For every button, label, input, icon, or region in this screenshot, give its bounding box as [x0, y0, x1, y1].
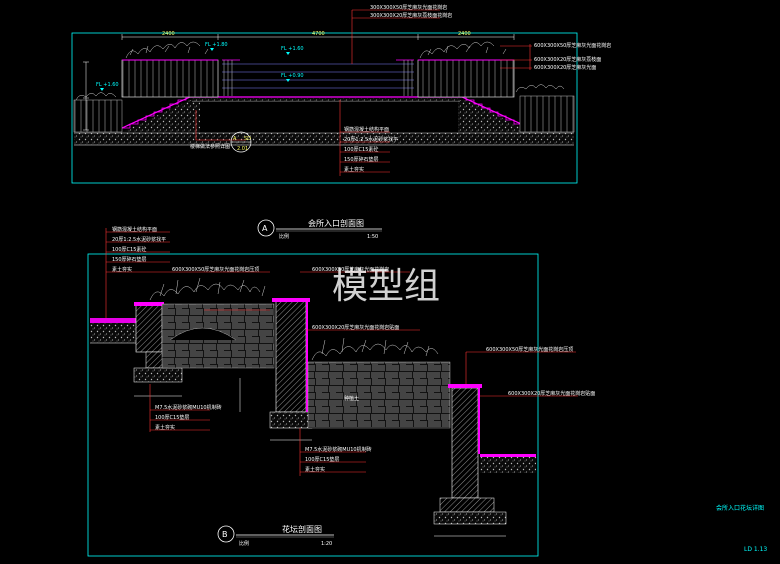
dim-a-2: 4700 [312, 31, 325, 37]
note-b-left-4: 150厚碎石垫层 [112, 256, 147, 263]
section-a-scale-label: 比例 [279, 233, 289, 240]
note-b-right-1: 600X300X50厚芝麻灰光面花岗岩压顶 [486, 346, 573, 353]
note-a-bottom-5: 素土夯实 [344, 166, 364, 173]
detail-ref-letter: A [233, 136, 237, 142]
note-b-wall-1: 600X300X50厚芝麻灰光面花岗岩压顶 [172, 266, 259, 273]
dim-a-1: 2400 [162, 31, 175, 37]
note-a-top-2: 300X300X20厚芝麻灰荔枝面花岗岩 [370, 12, 452, 19]
detail-ref-sheet-code: SD [244, 136, 251, 142]
section-a-drawing: 2400 4700 2400 FL +1.80 FL +1.60 FL +0.9… [71, 4, 611, 240]
section-b-scale: 1:20 [321, 541, 332, 547]
note-b-low1-3: 素土夯实 [155, 424, 175, 431]
section-a-planter-right [417, 59, 515, 98]
elev-a-4: FL +1.60 [96, 82, 119, 88]
section-a-stair-fill-right [458, 100, 530, 133]
elev-a-3: FL +0.90 [281, 73, 304, 79]
section-b-scale-label: 比例 [239, 540, 249, 547]
note-a-bottom-4: 150厚碎石垫层 [344, 156, 379, 163]
section-b-right-wall [451, 387, 479, 499]
note-b-low2-1: M7.5水泥砂浆砌MU10机制砖 [305, 446, 372, 453]
note-a-right-3: 600X300X20厚芝麻灰光面 [534, 64, 596, 71]
note-a-bottom-3: 100厚C15素砼 [344, 146, 378, 153]
note-b-low2-3: 素土夯实 [305, 466, 325, 473]
detail-ref-sheet: 2.01 [237, 146, 248, 152]
note-b-left-2: 20厚1:2.5水泥砂浆找平 [112, 236, 166, 243]
sheet-number: LD 1.13 [744, 546, 767, 553]
note-b-right-2: 600X300X20厚芝麻灰光面花岗岩贴面 [508, 390, 595, 397]
section-a-planter-left [121, 59, 219, 98]
section-b-left-wall [135, 303, 163, 353]
watermark: 模型组 [332, 266, 440, 307]
note-a-bottom-2: 20厚1:2.5水泥砂浆找平 [344, 136, 398, 143]
elev-a-2: FL +1.60 [281, 46, 304, 52]
section-b-lower-bed [307, 361, 451, 429]
note-a-top-1: 300X300X50厚芝麻灰光面花岗岩 [370, 4, 447, 11]
section-a-stair-fill-left [120, 100, 200, 133]
dim-a-3: 2400 [458, 31, 471, 37]
soil-label: 种植土 [344, 395, 359, 402]
note-a-right-1: 600X300X50厚芝麻灰光面花岗岩 [534, 42, 611, 49]
note-b-low1-1: M7.5水泥砂浆砌MU10机制砖 [155, 404, 222, 411]
section-a-title: 会所入口剖面图 [308, 218, 364, 228]
section-b-title: 花坛剖面图 [282, 524, 322, 534]
elev-a-1: FL +1.80 [205, 42, 228, 48]
note-b-wall-3: 600X300X20厚芝麻灰光面花岗岩贴面 [312, 324, 399, 331]
note-a-bottom-1: 钢筋混凝土结构平面 [344, 126, 389, 133]
note-b-low2-2: 100厚C15垫层 [305, 456, 339, 463]
note-b-left-1: 钢筋混凝土结构平面 [112, 226, 157, 233]
note-b-low1-2: 100厚C15垫层 [155, 414, 189, 421]
section-b-marker-letter: B [222, 530, 228, 539]
note-a-right-2: 600X300X20厚芝麻灰荔枝面 [534, 56, 601, 63]
section-a-frame [71, 32, 578, 184]
note-a-stair: 楼梯做法参照详图 [190, 143, 230, 150]
section-a-base-gravel [74, 133, 574, 145]
cad-drawing-canvas: 2400 4700 2400 FL +1.80 FL +1.60 FL +0.9… [71, 4, 767, 557]
section-b-center-wall [275, 299, 307, 413]
note-b-left-5: 素土夯实 [112, 266, 132, 273]
note-b-left-3: 100厚C15素砼 [112, 246, 146, 253]
sheet-title: 会所入口花坛详图 [716, 504, 764, 512]
section-a-marker-letter: A [262, 224, 268, 233]
section-a-scale: 1:50 [367, 234, 378, 240]
